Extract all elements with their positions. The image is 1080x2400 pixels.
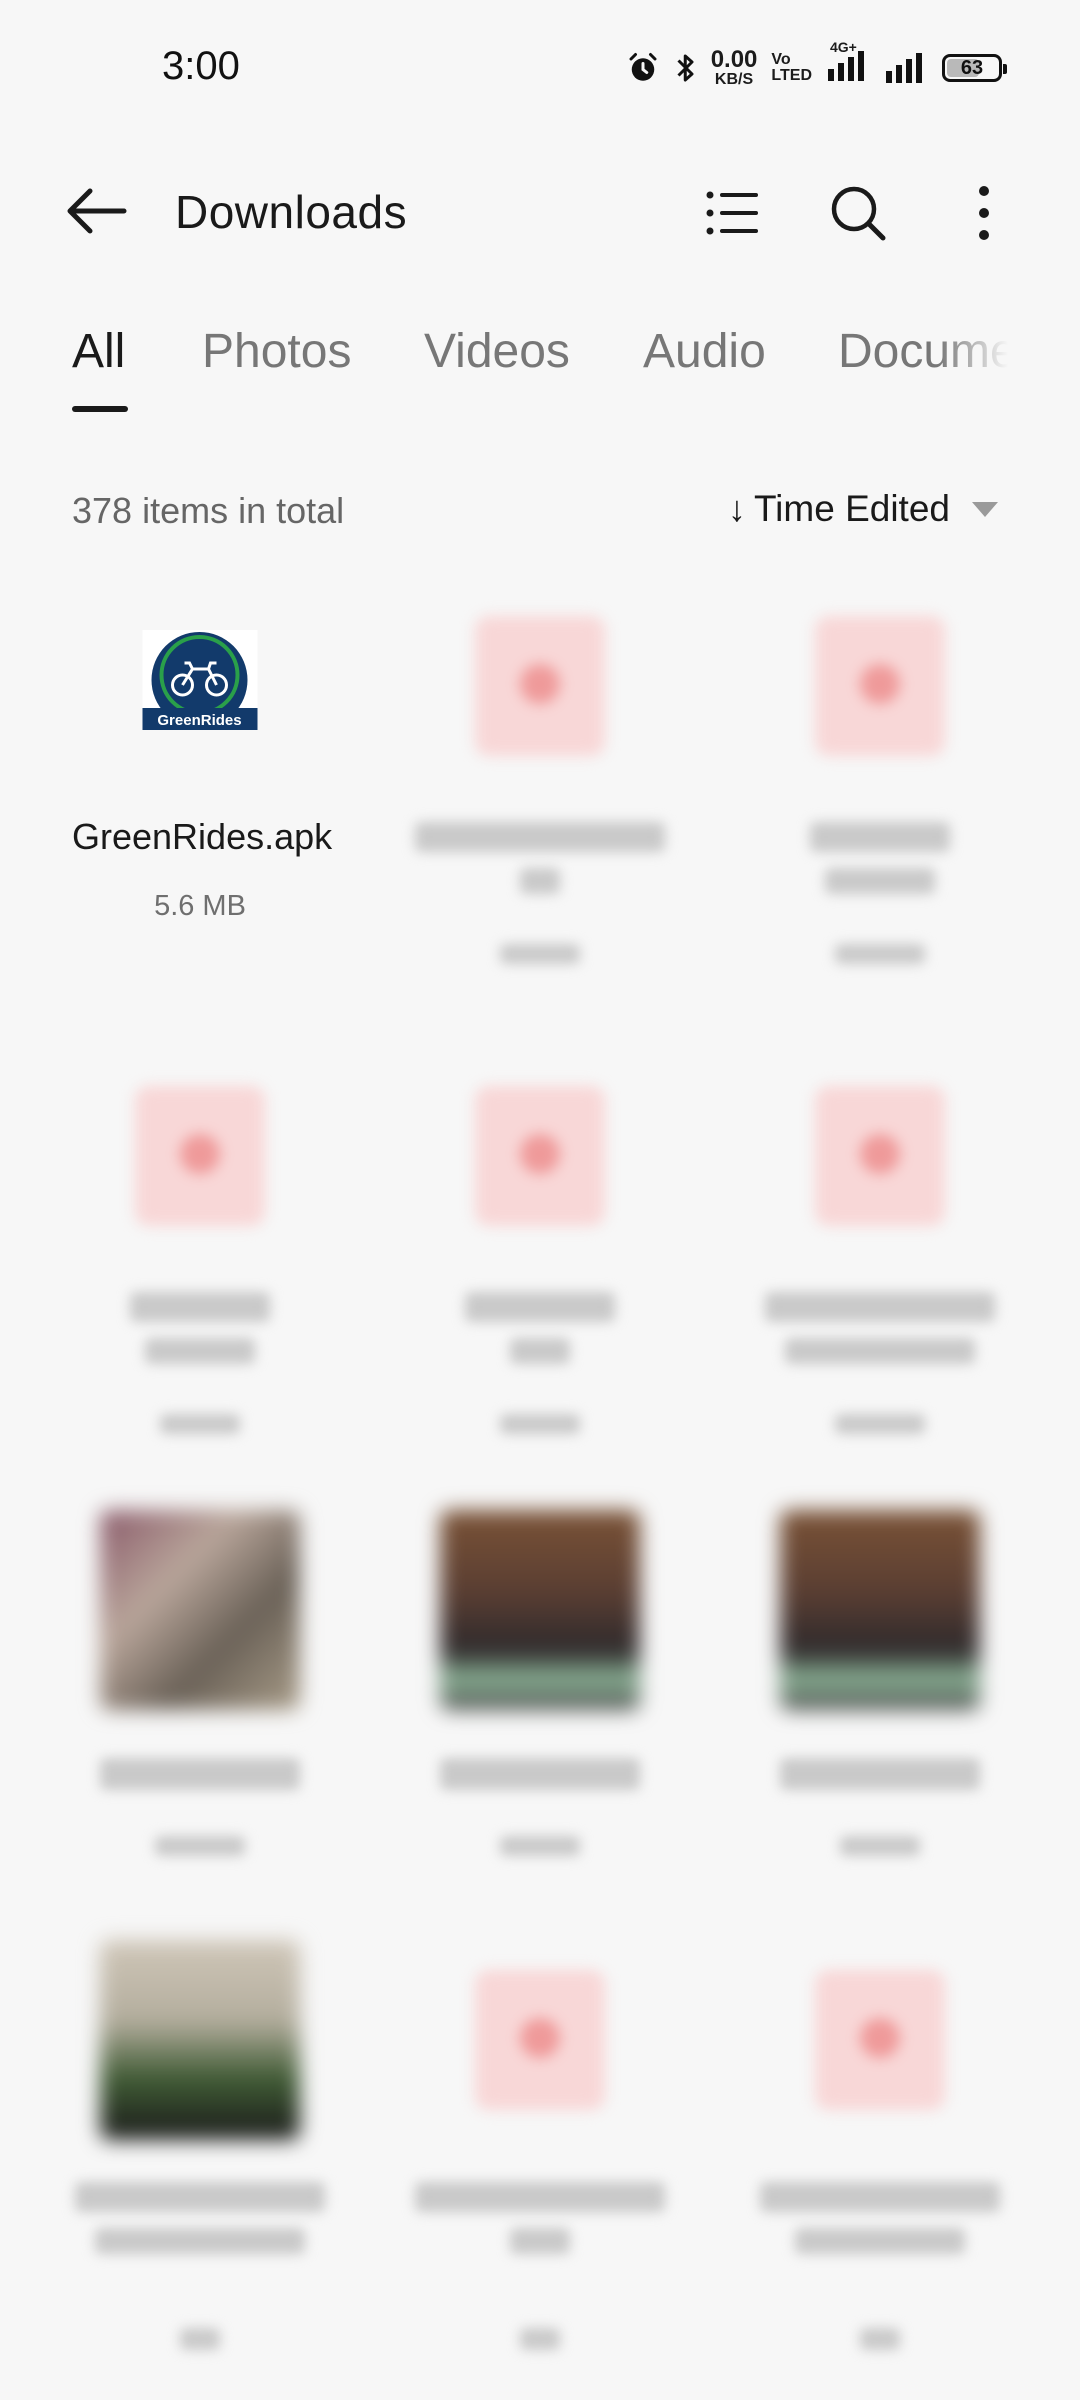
- bluetooth-icon: [677, 54, 694, 82]
- file-name-blurred: [415, 2182, 665, 2212]
- file-size-blurred: [500, 944, 580, 964]
- file-item[interactable]: [370, 1500, 710, 1960]
- signal-icon: [886, 53, 922, 83]
- more-vert-icon[interactable]: [952, 181, 1016, 245]
- status-bar: 3:00 0.00 KB/S Vo LTED 4G+ 63: [0, 0, 1080, 135]
- file-name-blurred: [780, 1758, 980, 1790]
- file-item[interactable]: [30, 1930, 370, 2390]
- file-name-blurred: [75, 2182, 325, 2212]
- toolbar: Downloads: [0, 155, 1080, 267]
- back-arrow-icon[interactable]: [60, 179, 130, 243]
- file-name-blurred: [795, 2228, 965, 2254]
- file-name-blurred: [130, 1292, 270, 1322]
- file-name-blurred: [145, 1338, 255, 1364]
- file-name-blurred: [440, 1758, 640, 1790]
- status-time: 3:00: [162, 44, 240, 88]
- photo-thumbnail: [780, 1510, 980, 1710]
- sort-direction-icon: ↓: [727, 488, 746, 529]
- photo-thumbnail: [100, 1510, 300, 1710]
- file-item[interactable]: [710, 1930, 1050, 2390]
- file-item[interactable]: [370, 1070, 710, 1530]
- file-name-blurred: [520, 868, 560, 894]
- file-item[interactable]: [370, 600, 710, 1060]
- file-name-blurred: [825, 868, 935, 894]
- tabs-fade: [938, 300, 1008, 420]
- file-name-blurred: [810, 822, 950, 852]
- battery-icon: 63: [942, 54, 1007, 82]
- file-name-blurred: [415, 822, 665, 852]
- file-item[interactable]: [710, 1500, 1050, 1960]
- photo-thumbnail: [100, 1940, 300, 2140]
- file-size: 5.6 MB: [154, 890, 246, 922]
- pdf-icon: [815, 616, 945, 756]
- net-speed-unit: KB/S: [714, 71, 754, 88]
- pdf-icon: [475, 616, 605, 756]
- network-4g-signal: 4G+: [826, 39, 870, 88]
- file-size-blurred: [500, 1414, 580, 1434]
- volte-bottom: LTED: [771, 67, 812, 84]
- app-icon-text: GreenRides: [157, 712, 241, 729]
- file-name-blurred: [95, 2228, 305, 2254]
- file-item[interactable]: [30, 1500, 370, 1960]
- battery-percent: 63: [960, 57, 984, 79]
- tab-videos[interactable]: Videos: [424, 324, 570, 379]
- category-tabs: All Photos Videos Audio Docume: [72, 300, 1008, 420]
- file-item[interactable]: [710, 1070, 1050, 1530]
- volte-indicator: Vo LTED: [771, 52, 812, 84]
- network-type: 4G+: [830, 38, 857, 55]
- file-name: GreenRides.apk: [72, 816, 333, 857]
- file-name-blurred: [765, 1292, 995, 1322]
- file-name-blurred: [510, 1338, 570, 1364]
- pdf-icon: [815, 1970, 945, 2110]
- file-size-blurred: [180, 2328, 220, 2350]
- photo-thumbnail: [440, 1510, 640, 1710]
- app-icon: GreenRides: [142, 630, 258, 730]
- file-name-blurred: [100, 1758, 300, 1790]
- page-title: Downloads: [175, 186, 408, 238]
- file-item[interactable]: [370, 1930, 710, 2390]
- file-size-blurred: [500, 1836, 580, 1856]
- alarm-icon: [629, 53, 657, 81]
- items-count: 378 items in total: [72, 490, 345, 531]
- file-item[interactable]: [30, 1070, 370, 1530]
- active-tab-indicator: [72, 406, 128, 412]
- file-size-blurred: [835, 944, 925, 964]
- file-size-blurred: [840, 1836, 920, 1856]
- net-speed: 0.00 KB/S: [711, 48, 758, 88]
- pdf-icon: [475, 1086, 605, 1226]
- tab-audio[interactable]: Audio: [643, 324, 766, 379]
- list-view-icon[interactable]: [700, 181, 764, 245]
- file-size-blurred: [520, 2328, 560, 2350]
- tab-all[interactable]: All: [72, 324, 125, 379]
- net-speed-value: 0.00: [710, 46, 758, 73]
- file-size-blurred: [155, 1836, 245, 1856]
- volte-top: Vo: [771, 51, 791, 68]
- search-icon[interactable]: [826, 181, 890, 245]
- status-icons: 0.00 KB/S Vo LTED 4G+ 63: [625, 39, 1007, 92]
- file-name-blurred: [760, 2182, 1000, 2212]
- tab-photos[interactable]: Photos: [202, 324, 351, 379]
- pdf-icon: [135, 1086, 265, 1226]
- file-item-greenrides-apk[interactable]: GreenRides GreenRides.apk 5.6 MB: [30, 600, 370, 1060]
- file-item[interactable]: [710, 600, 1050, 1060]
- dropdown-triangle-icon: [972, 501, 998, 517]
- sort-dropdown[interactable]: ↓ Time Edited: [728, 488, 998, 530]
- file-name-blurred: [785, 1338, 975, 1364]
- file-size-blurred: [835, 1414, 925, 1434]
- file-name-blurred: [465, 1292, 615, 1322]
- file-size-blurred: [160, 1414, 240, 1434]
- sort-label: Time Edited: [753, 488, 950, 529]
- file-name-blurred: [510, 2228, 570, 2254]
- pdf-icon: [475, 1970, 605, 2110]
- pdf-icon: [815, 1086, 945, 1226]
- file-size-blurred: [860, 2328, 900, 2350]
